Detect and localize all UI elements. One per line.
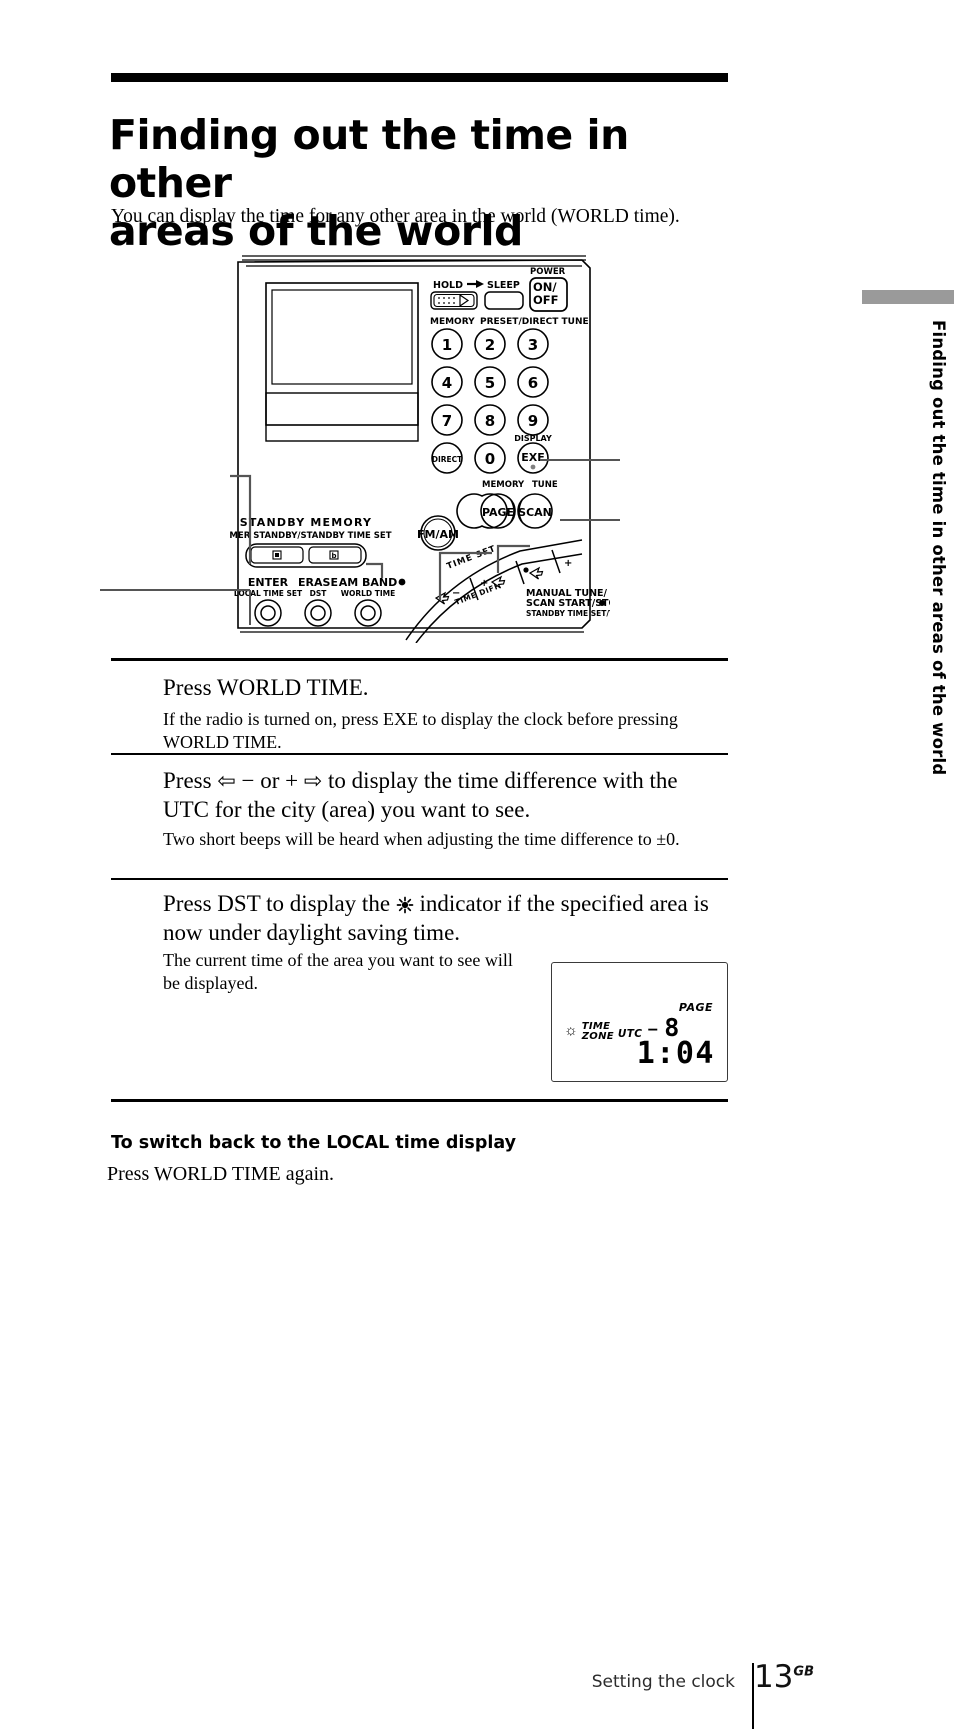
svg-text:DIRECT: DIRECT <box>432 455 463 464</box>
svg-text:2: 2 <box>485 336 495 354</box>
lcd-display: PAGE ☼ TIME ZONE UTC – 8 1:04 <box>551 962 728 1082</box>
arrow-left-icon: ⇦ <box>217 768 236 793</box>
radio-illustration: HOLD SLEEP POWER ON/ OFF MEMORY PRESET/D… <box>230 248 610 643</box>
lcd-time-value: 1:04 <box>636 1036 715 1071</box>
side-tab-label: Finding out the time in other areas of t… <box>929 320 948 776</box>
switch-back-text: Press WORLD TIME again. <box>107 1163 335 1185</box>
svg-text:9: 9 <box>528 412 538 430</box>
sun-indicator-icon <box>396 896 414 914</box>
svg-text:7: 7 <box>442 412 452 430</box>
svg-text:+: + <box>564 558 572 569</box>
step1-top-rule <box>111 658 728 661</box>
side-tab-marker <box>862 290 954 304</box>
step2-heading: Press ⇦ − or + ⇨ to display the time dif… <box>163 766 723 824</box>
svg-text:0: 0 <box>485 450 495 468</box>
svg-text:TUNE: TUNE <box>532 480 558 490</box>
page-title-line1: Finding out the time in other <box>109 111 629 208</box>
svg-text:EXE: EXE <box>521 451 545 464</box>
step3-body: The current time of the area you want to… <box>163 950 513 993</box>
step2-bottom-rule <box>111 878 728 880</box>
svg-text:DISPLAY: DISPLAY <box>514 434 552 443</box>
step2-body: Two short beeps will be heard when adjus… <box>163 829 680 849</box>
svg-text:FM/AM: FM/AM <box>417 528 459 541</box>
svg-text:STANDBY TIME SET/TIME SET: STANDBY TIME SET/TIME SET <box>526 609 610 618</box>
svg-text:8: 8 <box>485 412 495 430</box>
svg-text:DST: DST <box>310 589 328 598</box>
svg-text:4: 4 <box>442 374 452 392</box>
svg-text:POWER: POWER <box>530 267 566 277</box>
svg-text:+: + <box>480 578 488 589</box>
svg-text:LOCAL TIME SET: LOCAL TIME SET <box>234 589 303 598</box>
svg-text:HOLD: HOLD <box>433 280 463 291</box>
svg-text:WORLD TIME: WORLD TIME <box>341 589 396 598</box>
svg-text:ENTER: ENTER <box>248 576 289 589</box>
manual-page: Finding out the time in other areas of t… <box>0 0 954 1729</box>
step3-bottom-rule <box>111 1099 728 1102</box>
svg-text:PRESET/DIRECT TUNE: PRESET/DIRECT TUNE <box>480 317 589 327</box>
svg-text:TIME DIFF: TIME DIFF <box>453 581 501 607</box>
svg-text:OFF: OFF <box>533 293 559 307</box>
svg-text:MEMORY: MEMORY <box>482 480 525 490</box>
svg-text:AM BAND: AM BAND <box>339 576 398 589</box>
page-number-value: 13 <box>753 1659 794 1695</box>
svg-text:b: b <box>331 552 336 560</box>
step1-body: If the radio is turned on, press EXE to … <box>163 709 678 752</box>
lcd-sun-icon: ☼ <box>564 1023 578 1039</box>
step2-head-mid: − or + <box>235 768 304 793</box>
arrow-right-icon: ⇨ <box>303 768 323 793</box>
page-title: Finding out the time in other areas of t… <box>109 111 749 255</box>
svg-text:ERASE: ERASE <box>298 576 338 589</box>
page-number: 13GB <box>754 1659 814 1695</box>
step3-head-pre: Press DST to display the <box>163 891 396 916</box>
step3-heading: Press DST to display the indicator if th… <box>163 889 723 947</box>
lcd-page-label: PAGE <box>678 1001 713 1014</box>
svg-text:TIMER STANDBY/STANDBY TIME SET: TIMER STANDBY/STANDBY TIME SET <box>230 531 392 541</box>
svg-text:TIME SET: TIME SET <box>445 544 497 572</box>
footer-chapter-label: Setting the clock <box>591 1672 735 1692</box>
svg-text:SCAN START/STOP: SCAN START/STOP <box>526 598 610 609</box>
svg-text:MEMORY: MEMORY <box>430 317 475 327</box>
page-number-suffix: GB <box>793 1664 814 1680</box>
svg-text:1: 1 <box>442 336 452 354</box>
svg-text:5: 5 <box>485 374 495 392</box>
svg-text:SLEEP: SLEEP <box>487 280 520 291</box>
svg-text:PAGE: PAGE <box>482 506 514 519</box>
step1-bottom-rule <box>111 753 728 755</box>
svg-text:ON/: ON/ <box>533 280 557 294</box>
svg-text:SCAN: SCAN <box>518 506 552 519</box>
title-rule <box>111 73 728 82</box>
svg-text:6: 6 <box>528 374 538 392</box>
step1-heading: Press WORLD TIME. <box>163 675 369 700</box>
svg-text:3: 3 <box>528 336 538 354</box>
intro-paragraph: You can display the time for any other a… <box>111 206 680 227</box>
svg-text:−: − <box>452 588 460 599</box>
svg-text:STANDBY MEMORY: STANDBY MEMORY <box>240 516 372 529</box>
switch-back-heading: To switch back to the LOCAL time display <box>111 1133 517 1153</box>
step2-head-pre: Press <box>163 768 218 793</box>
